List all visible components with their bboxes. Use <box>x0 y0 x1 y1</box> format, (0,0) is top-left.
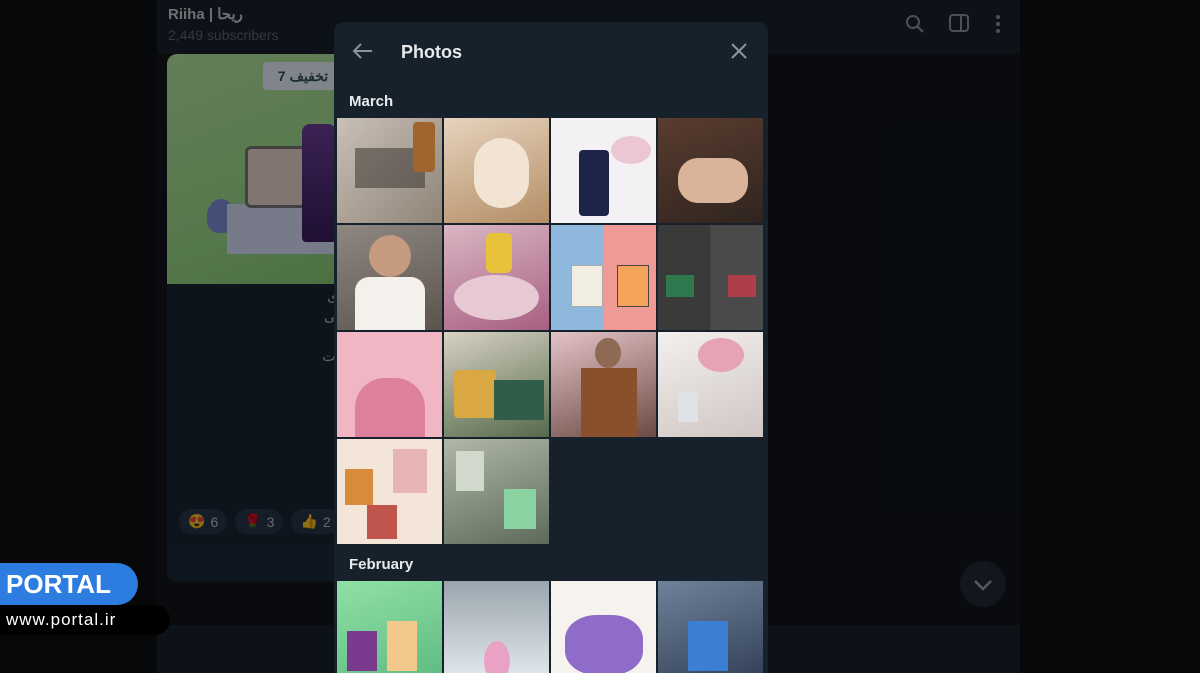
photo-thumb[interactable] <box>337 118 442 223</box>
watermark-logo: PORTAL <box>0 563 138 605</box>
photo-thumb[interactable] <box>337 581 442 673</box>
photo-thumb[interactable] <box>337 332 442 437</box>
photo-thumb[interactable] <box>658 581 763 673</box>
photo-thumb[interactable] <box>658 332 763 437</box>
photo-grid-march <box>337 118 763 544</box>
photo-thumb[interactable] <box>444 225 549 330</box>
photo-thumb[interactable] <box>337 439 442 544</box>
watermark-url: www.portal.ir <box>0 605 170 635</box>
photo-grid-february <box>337 581 763 673</box>
photo-thumb[interactable] <box>444 439 549 544</box>
section-label-march: March <box>349 93 394 110</box>
section-label-february: February <box>349 556 414 573</box>
photo-thumb[interactable] <box>551 118 656 223</box>
photos-panel: Photos March February <box>334 22 768 673</box>
photo-thumb[interactable] <box>658 225 763 330</box>
photo-thumb[interactable] <box>551 332 656 437</box>
photo-thumb[interactable] <box>551 581 656 673</box>
back-arrow-icon[interactable] <box>350 40 376 66</box>
panel-header: Photos <box>334 22 768 84</box>
close-icon[interactable] <box>726 40 752 66</box>
photo-thumb[interactable] <box>551 225 656 330</box>
panel-title: Photos <box>401 42 462 62</box>
photo-thumb[interactable] <box>337 225 442 330</box>
photo-thumb[interactable] <box>444 332 549 437</box>
photo-thumb[interactable] <box>444 581 549 673</box>
photo-thumb[interactable] <box>658 118 763 223</box>
photo-thumb[interactable] <box>444 118 549 223</box>
